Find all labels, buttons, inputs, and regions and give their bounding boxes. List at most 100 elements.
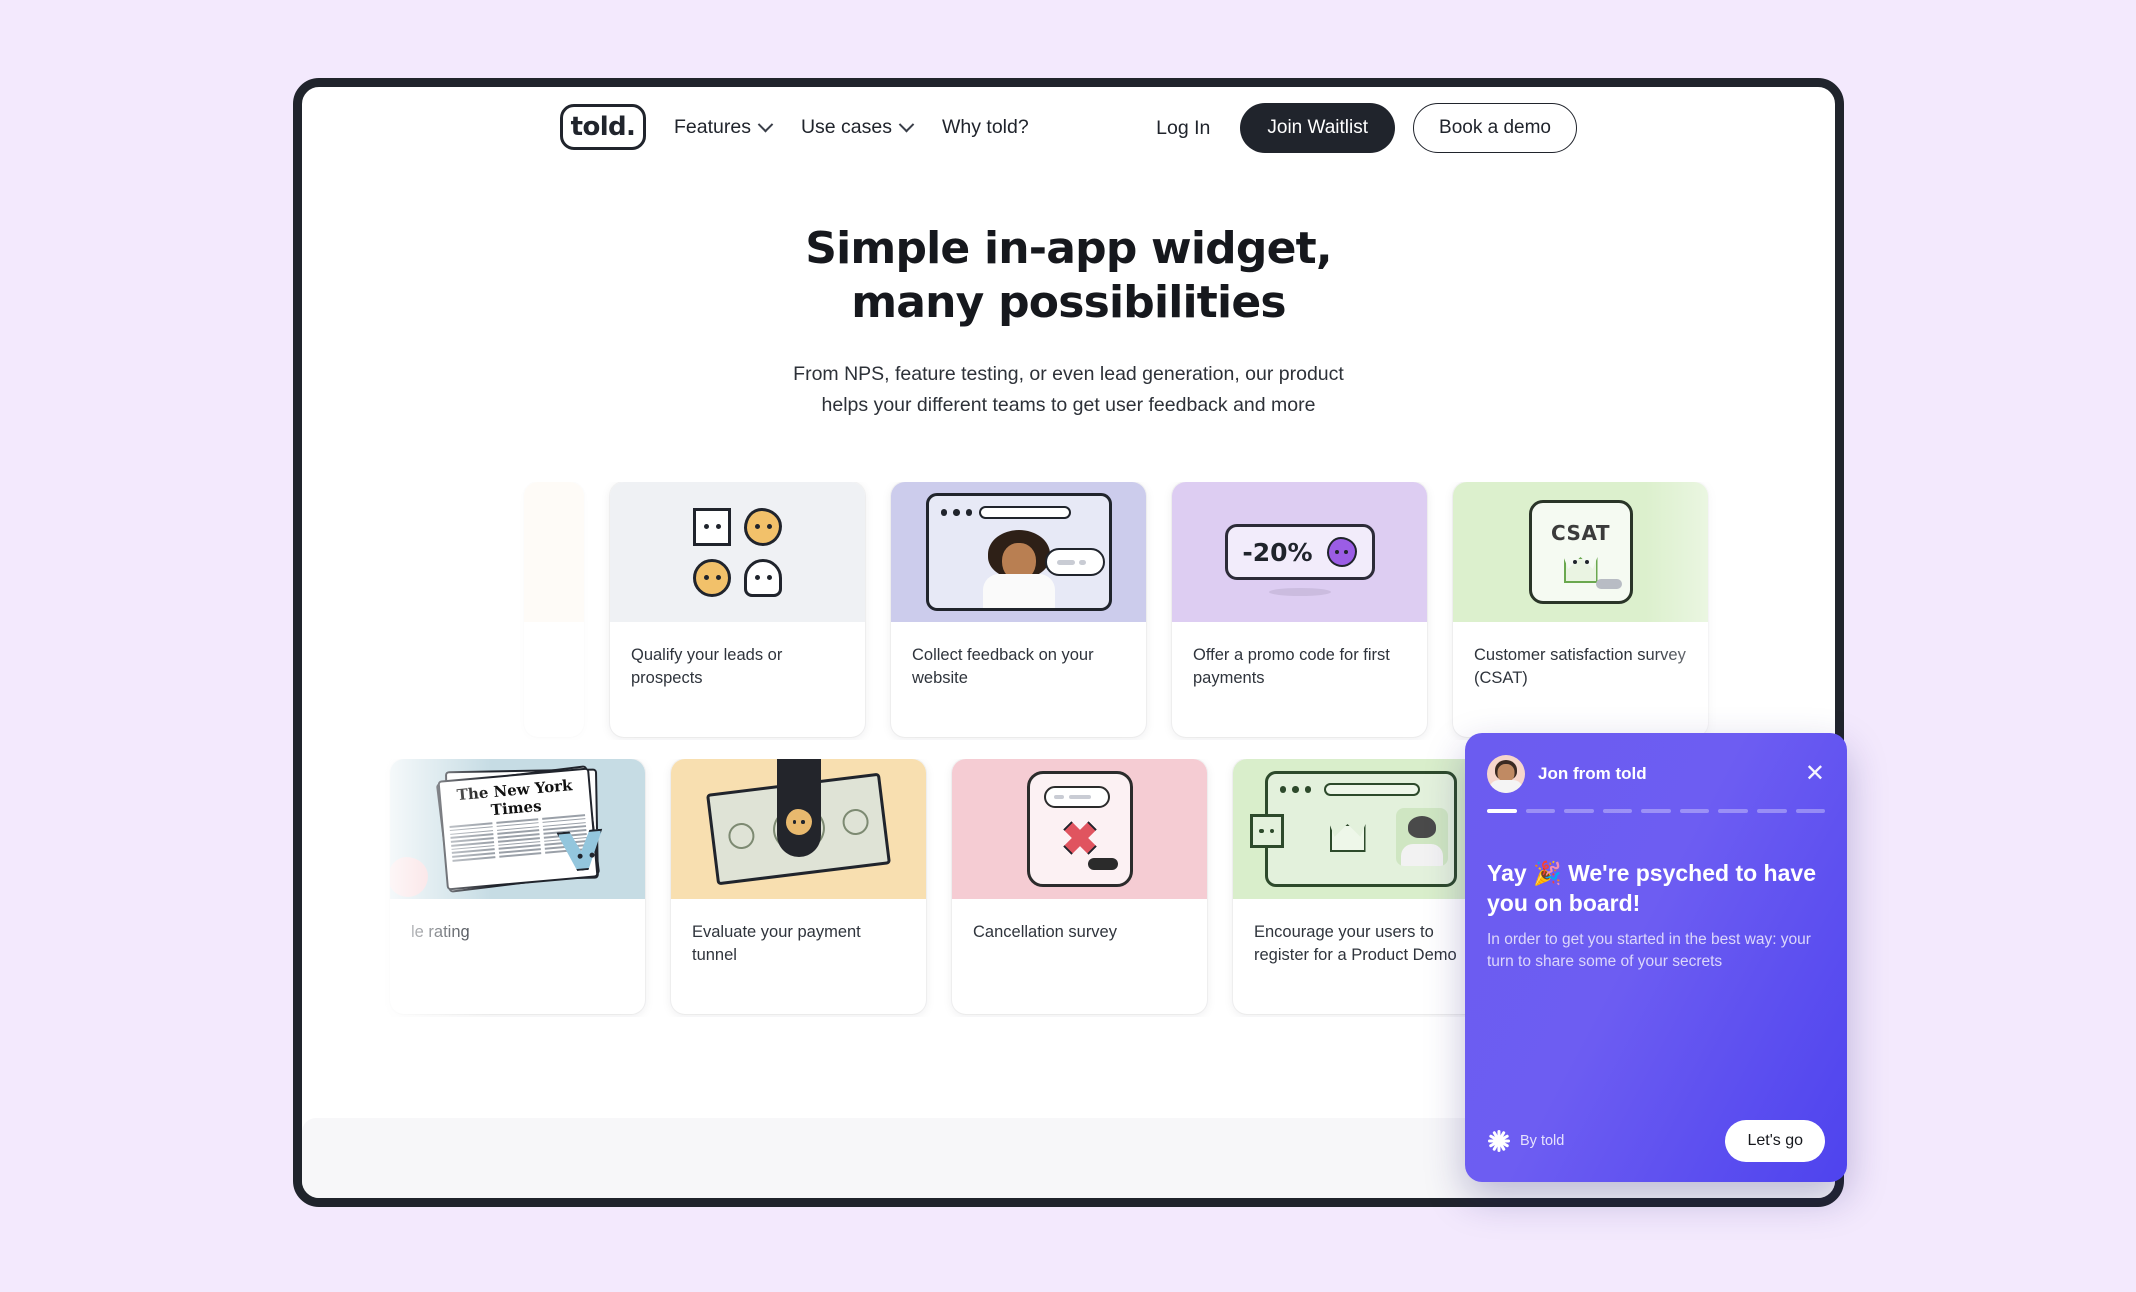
widget-branding: By told <box>1487 1130 1564 1153</box>
card-caption: Encourage your users to register for a P… <box>1254 923 1457 965</box>
card-art-promo-badge: -20% <box>1172 482 1427 622</box>
progress-segment <box>1564 809 1594 813</box>
pill-bar-icon <box>1043 786 1110 808</box>
flower-icon <box>390 857 428 897</box>
card-art-face-shapes <box>610 482 865 622</box>
nav-item-features-label: Features <box>674 115 751 138</box>
use-case-carousel-row-1[interactable]: Qualify your leads or prospects Collect … <box>302 482 1835 740</box>
person-tile <box>1395 808 1448 866</box>
lets-go-button[interactable]: Let's go <box>1725 1120 1825 1162</box>
card-art-cancellation <box>952 759 1207 899</box>
card-caption: Collect feedback on your website <box>912 646 1094 688</box>
list-item[interactable]: Collect feedback on your website <box>891 482 1146 737</box>
list-item[interactable]: Evaluate your payment tunnel <box>671 759 926 1014</box>
carousel-track: The New York Times le rating Evaluate yo… <box>390 759 1488 1014</box>
onboarding-widget[interactable]: Jon from told ✕ Yay 🎉 We're psyched to h… <box>1465 733 1847 1182</box>
nav-actions: Log In Join Waitlist Book a demo <box>1144 103 1577 153</box>
speech-bubble-icon <box>1044 548 1105 576</box>
cookie-face-icon <box>785 809 812 835</box>
login-link[interactable]: Log In <box>1144 117 1222 140</box>
book-demo-button[interactable]: Book a demo <box>1413 103 1577 153</box>
address-bar-icon <box>1323 783 1420 796</box>
tunnel-icon <box>776 759 821 857</box>
list-item[interactable]: Cancellation survey <box>952 759 1207 1014</box>
hero-subtitle-line-1: From NPS, feature testing, or even lead … <box>793 363 1344 386</box>
nav-item-why-told[interactable]: Why told? <box>942 103 1029 151</box>
cookie-face-icon <box>1326 537 1357 567</box>
widget-body: Yay 🎉 We're psyched to have you on board… <box>1465 813 1847 974</box>
nav-item-use-cases-label: Use cases <box>800 115 892 138</box>
x-face-icon <box>1054 813 1105 864</box>
widget-subtitle: In order to get you started in the best … <box>1487 930 1811 971</box>
list-item[interactable] <box>524 482 584 737</box>
list-item[interactable]: -20% Offer a promo code for first paymen… <box>1172 482 1427 737</box>
card-art-newspaper: The New York Times <box>390 759 645 899</box>
carousel-track: Qualify your leads or prospects Collect … <box>524 482 1708 737</box>
square-face-icon <box>693 507 731 546</box>
crown-face-icon <box>1563 551 1598 583</box>
address-bar-icon <box>978 506 1071 519</box>
circle-face-icon <box>693 558 731 597</box>
crown-face-icon <box>1329 824 1366 852</box>
card-caption <box>524 622 584 644</box>
newspaper-icon: The New York Times <box>435 765 598 893</box>
join-waitlist-button[interactable]: Join Waitlist <box>1240 103 1396 153</box>
list-item[interactable]: The New York Times le rating <box>390 759 645 1014</box>
ghost-face-icon <box>744 558 782 597</box>
list-item[interactable]: Encourage your users to register for a P… <box>1233 759 1488 1014</box>
progress-segment <box>1525 809 1556 813</box>
widget-branding-label: By told <box>1520 1133 1565 1149</box>
chevron-down-icon <box>757 116 774 132</box>
card-art-peek <box>524 482 584 622</box>
card-art-product-demo <box>1233 759 1488 899</box>
list-item[interactable]: Qualify your leads or prospects <box>610 482 865 737</box>
promo-badge-icon: -20% <box>1224 524 1375 580</box>
widget-footer: By told Let's go <box>1465 1100 1847 1182</box>
progress-segment <box>1602 809 1633 813</box>
told-logo[interactable]: told. <box>560 104 646 150</box>
pill-icon <box>1087 858 1118 870</box>
progress-segment <box>1718 809 1748 813</box>
window-dots-icon <box>940 509 972 516</box>
progress-segment <box>1641 809 1671 813</box>
window-dots-icon <box>1279 786 1311 793</box>
card-caption: Qualify your leads or prospects <box>631 646 783 688</box>
list-item[interactable]: CSAT Customer satisfaction survey (CSAT) <box>1453 482 1708 737</box>
csat-card-icon: CSAT <box>1528 500 1633 604</box>
browser-window-icon <box>1249 771 1457 887</box>
close-icon[interactable]: ✕ <box>1805 762 1825 786</box>
progress-segment <box>1679 809 1710 813</box>
nav-item-use-cases[interactable]: Use cases <box>800 103 915 151</box>
chevron-down-icon <box>898 116 915 132</box>
cookie-face-icon <box>744 507 782 546</box>
page-root: told. Features Use cases Why told? Log I… <box>0 0 2136 1292</box>
promo-discount-value: -20% <box>1242 537 1313 567</box>
face-shapes-icon <box>693 507 782 597</box>
top-navigation: told. Features Use cases Why told? Log I… <box>302 87 1835 182</box>
widget-sender-name: Jon from told <box>1538 764 1647 783</box>
page-title: Simple in-app widget, many possibilities <box>302 222 1835 329</box>
progress-segment <box>1795 809 1826 813</box>
widget-title: Yay 🎉 We're psyched to have you on board… <box>1487 860 1816 916</box>
hero-section: Simple in-app widget, many possibilities… <box>302 222 1835 420</box>
square-face-icon <box>1249 814 1284 848</box>
card-caption: Offer a promo code for first payments <box>1193 646 1390 688</box>
progress-segment-active <box>1487 809 1517 813</box>
phone-card-icon <box>1026 771 1133 887</box>
browser-window-icon <box>925 493 1112 611</box>
hero-subtitle: From NPS, feature testing, or even lead … <box>302 359 1835 419</box>
card-caption: Cancellation survey <box>973 923 1117 941</box>
nav-item-why-told-label: Why told? <box>942 115 1029 138</box>
nav-links: Features Use cases Why told? <box>674 103 1029 151</box>
hero-title-line-2: many possibilities <box>851 276 1286 328</box>
csat-label: CSAT <box>1550 521 1611 545</box>
starburst-icon <box>1487 1130 1510 1153</box>
progress-segment <box>1756 809 1787 813</box>
nav-item-features[interactable]: Features <box>674 103 774 151</box>
widget-progress-bar <box>1465 793 1847 813</box>
card-art-browser-person <box>891 482 1146 622</box>
hero-title-line-1: Simple in-app widget, <box>805 223 1332 274</box>
card-art-csat: CSAT <box>1453 482 1708 622</box>
pill-icon <box>1595 579 1622 589</box>
widget-header: Jon from told ✕ <box>1465 733 1847 793</box>
